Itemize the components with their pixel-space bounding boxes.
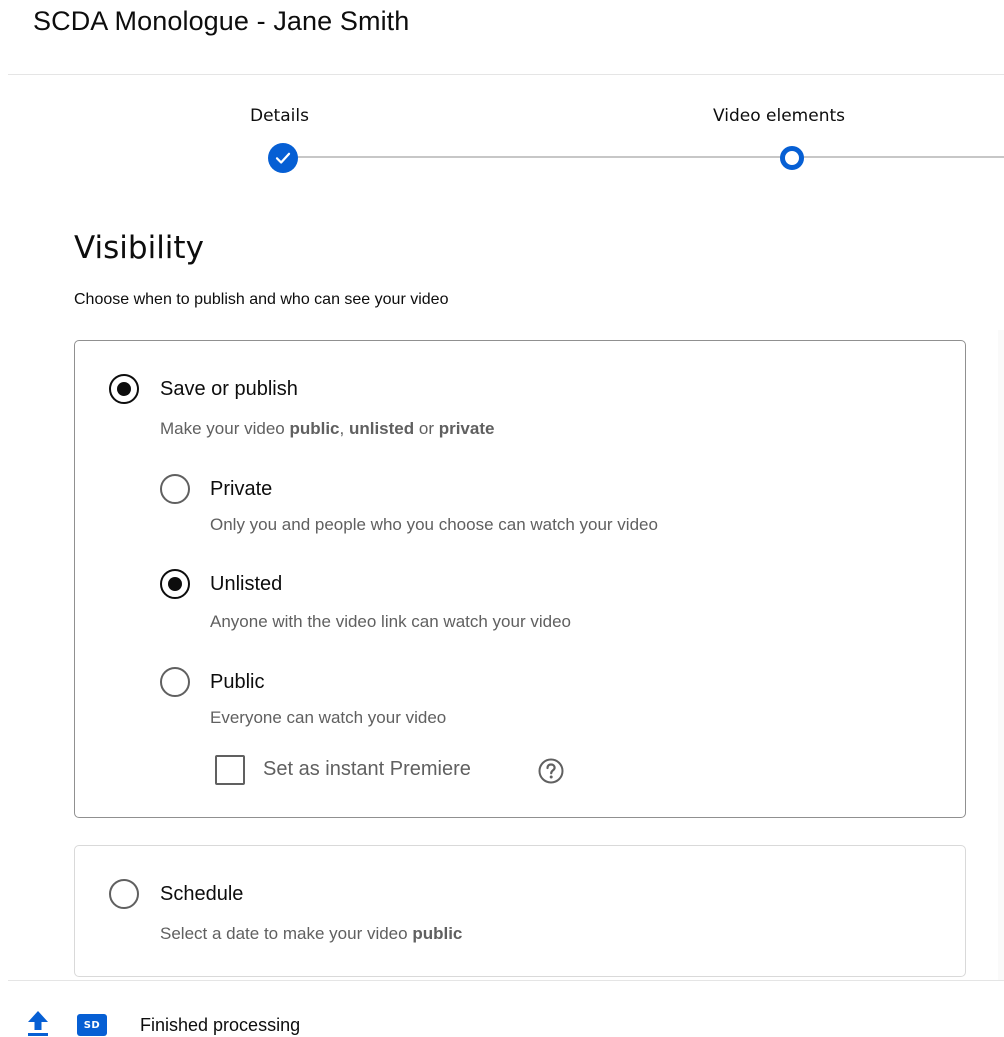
schedule-label: Schedule xyxy=(160,883,244,905)
step-video-elements-current[interactable] xyxy=(780,146,804,170)
private-radio[interactable] xyxy=(160,474,190,504)
header-divider xyxy=(8,74,1004,75)
save-or-publish-label: Save or publish xyxy=(160,378,298,400)
processing-status: Finished processing xyxy=(140,1015,301,1035)
scroll-edge xyxy=(998,330,1004,980)
public-radio[interactable] xyxy=(160,667,190,697)
save-or-publish-card[interactable]: Save or publish Make your video public, … xyxy=(74,340,966,818)
schedule-card[interactable]: Schedule Select a date to make your vide… xyxy=(74,845,966,977)
unlisted-label[interactable]: Unlisted xyxy=(210,573,282,596)
public-desc: Everyone can watch your video xyxy=(210,708,447,727)
save-or-publish-radio[interactable] xyxy=(109,374,139,404)
unlisted-radio[interactable] xyxy=(160,569,190,599)
footer-divider xyxy=(8,980,1004,981)
step-label-details[interactable]: Details xyxy=(250,106,309,126)
step-details-complete[interactable] xyxy=(268,143,298,173)
schedule-radio[interactable] xyxy=(109,879,139,909)
private-label[interactable]: Private xyxy=(210,478,272,501)
dialog-title: SCDA Monologue - Jane Smith xyxy=(33,6,410,36)
step-label-video-elements[interactable]: Video elements xyxy=(713,106,845,126)
schedule-desc: Select a date to make your video public xyxy=(160,924,463,943)
step-connector xyxy=(296,156,782,158)
instant-premiere-label[interactable]: Set as instant Premiere xyxy=(263,758,471,781)
save-or-publish-desc: Make your video public, unlisted or priv… xyxy=(160,419,495,438)
public-label[interactable]: Public xyxy=(210,671,264,694)
instant-premiere-checkbox[interactable] xyxy=(215,755,245,785)
upload-dialog: SCDA Monologue - Jane Smith Details Vide… xyxy=(0,0,1004,1037)
help-icon[interactable] xyxy=(537,757,565,785)
step-connector xyxy=(802,156,1004,158)
private-desc: Only you and people who you choose can w… xyxy=(210,515,658,534)
check-icon xyxy=(275,152,291,164)
section-title: Visibility xyxy=(74,230,204,266)
unlisted-desc: Anyone with the video link can watch you… xyxy=(210,612,571,631)
section-subtitle: Choose when to publish and who can see y… xyxy=(74,291,449,308)
upload-icon xyxy=(28,1011,48,1036)
quality-badge: SD xyxy=(77,1014,107,1036)
